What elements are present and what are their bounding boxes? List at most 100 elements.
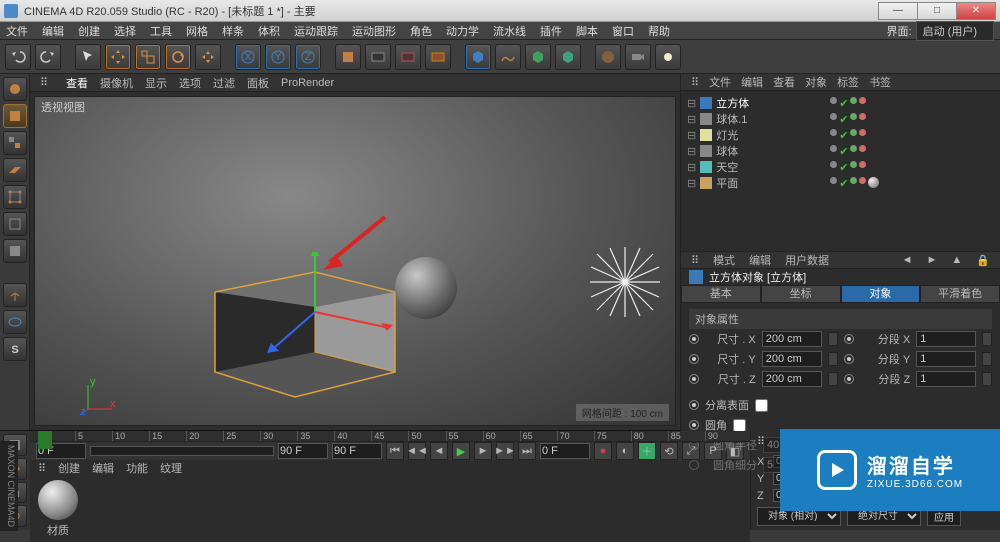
separate-checkbox[interactable]	[755, 399, 768, 412]
nav-fwd-icon[interactable]: ►	[927, 254, 938, 266]
am-userdata[interactable]: 用户数据	[785, 252, 829, 268]
panel-grip-icon[interactable]: ⠿	[40, 76, 54, 90]
object-tree[interactable]: ⊟立方体✔⊟球体.1✔⊟灯光✔⊟球体✔⊟天空✔⊟平面✔	[681, 91, 1000, 251]
range-slider[interactable]	[90, 446, 274, 456]
menu-help[interactable]: 帮助	[648, 23, 670, 39]
current-frame-field[interactable]	[540, 443, 590, 459]
material-area[interactable]: 材质	[30, 476, 750, 542]
viewport[interactable]: 透视视图	[34, 96, 676, 426]
redo-button[interactable]	[35, 44, 61, 70]
material-preview[interactable]	[38, 480, 78, 520]
total-frames-field[interactable]	[332, 443, 382, 459]
spinner-icon[interactable]	[828, 332, 838, 346]
menu-tools[interactable]: 工具	[150, 23, 172, 39]
nav-up-icon[interactable]: ▲	[951, 254, 962, 266]
record-button[interactable]: ●	[594, 442, 612, 460]
camera-button[interactable]	[625, 44, 651, 70]
menu-mesh[interactable]: 网格	[186, 23, 208, 39]
recent-tool[interactable]	[195, 44, 221, 70]
close-button[interactable]: ✕	[956, 2, 996, 20]
menu-spline[interactable]: 样条	[222, 23, 244, 39]
vtab-display[interactable]: 显示	[145, 75, 167, 91]
render-settings-button[interactable]	[425, 44, 451, 70]
menu-create[interactable]: 创建	[78, 23, 100, 39]
nav-back-icon[interactable]: ◄	[902, 254, 913, 266]
mat-create[interactable]: 创建	[58, 460, 80, 476]
key-rot-button[interactable]: ⟲	[660, 442, 678, 460]
vtab-view[interactable]: 查看	[66, 75, 88, 91]
tree-row[interactable]: ⊟天空✔	[687, 159, 994, 175]
subtab-phong[interactable]: 平滑着色(Phong)	[920, 285, 1000, 303]
play-button[interactable]: ▶	[452, 442, 470, 460]
radio-icon[interactable]	[689, 334, 699, 344]
key-pos-button[interactable]: ＋	[638, 442, 656, 460]
menu-select[interactable]: 选择	[114, 23, 136, 39]
light-button[interactable]	[655, 44, 681, 70]
vtab-panel[interactable]: 面板	[247, 75, 269, 91]
polygon-mode-button[interactable]	[3, 239, 27, 263]
texture-mode-button[interactable]	[3, 131, 27, 155]
menu-dynamics[interactable]: 动力学	[446, 23, 479, 39]
axis-y-lock[interactable]: Y	[265, 44, 291, 70]
am-mode[interactable]: 模式	[713, 252, 735, 268]
mat-texture[interactable]: 纹理	[160, 460, 182, 476]
select-tool[interactable]	[75, 44, 101, 70]
edge-mode-button[interactable]	[3, 212, 27, 236]
tree-row[interactable]: ⊟平面✔	[687, 175, 994, 191]
cube-primitive[interactable]	[465, 44, 491, 70]
menu-edit[interactable]: 编辑	[42, 23, 64, 39]
om-tags[interactable]: 标签	[837, 74, 859, 90]
axis-z-lock[interactable]: Z	[295, 44, 321, 70]
subtab-object[interactable]: 对象	[841, 285, 921, 303]
make-editable-button[interactable]	[3, 77, 27, 101]
generator-button[interactable]	[525, 44, 551, 70]
size-x-field[interactable]	[762, 331, 822, 347]
grip-icon[interactable]: ⠿	[691, 76, 699, 89]
vtab-filter[interactable]: 过滤	[213, 75, 235, 91]
minimize-button[interactable]: —	[878, 2, 918, 20]
om-view[interactable]: 查看	[773, 74, 795, 90]
tree-row[interactable]: ⊟球体✔	[687, 143, 994, 159]
grip-icon[interactable]: ⠿	[691, 254, 699, 267]
maximize-button[interactable]: □	[917, 2, 957, 20]
size-z-field[interactable]	[762, 371, 822, 387]
range-end-field[interactable]	[278, 443, 328, 459]
menu-pipeline[interactable]: 流水线	[493, 23, 526, 39]
timeline-ruler[interactable]: 051015202530354045505560657075808590	[30, 431, 750, 442]
axis-toggle-button[interactable]	[3, 283, 27, 307]
subtab-coord[interactable]: 坐标	[761, 285, 841, 303]
vtab-camera[interactable]: 摄像机	[100, 75, 133, 91]
playhead[interactable]	[38, 431, 52, 449]
deformer-button[interactable]	[555, 44, 581, 70]
fillet-checkbox[interactable]	[733, 419, 746, 432]
seg-z-field[interactable]	[916, 371, 976, 387]
scale-tool[interactable]	[135, 44, 161, 70]
undo-button[interactable]	[5, 44, 31, 70]
prev-key-button[interactable]: ◄◄	[408, 442, 426, 460]
workplane-button[interactable]	[3, 158, 27, 182]
rotate-tool[interactable]	[165, 44, 191, 70]
coord-system-button[interactable]	[335, 44, 361, 70]
menu-volume[interactable]: 体积	[258, 23, 280, 39]
axis-x-lock[interactable]: X	[235, 44, 261, 70]
mat-func[interactable]: 功能	[126, 460, 148, 476]
goto-end-button[interactable]: ⏭	[518, 442, 536, 460]
tree-row[interactable]: ⊟立方体✔	[687, 95, 994, 111]
autokey-button[interactable]: ◐	[616, 442, 634, 460]
lock-icon[interactable]: 🔒	[976, 254, 990, 267]
seg-y-field[interactable]	[916, 351, 976, 367]
render-view-button[interactable]	[365, 44, 391, 70]
snap-toggle-button[interactable]: S	[3, 337, 27, 361]
menu-plugins[interactable]: 插件	[540, 23, 562, 39]
subtab-basic[interactable]: 基本	[681, 285, 761, 303]
tree-row[interactable]: ⊟灯光✔	[687, 127, 994, 143]
menu-file[interactable]: 文件	[6, 23, 28, 39]
om-file[interactable]: 文件	[709, 74, 731, 90]
next-frame-button[interactable]: ►	[474, 442, 492, 460]
spline-primitive[interactable]	[495, 44, 521, 70]
layout-dropdown[interactable]: 启动 (用户)	[916, 21, 994, 41]
menu-character[interactable]: 角色	[410, 23, 432, 39]
environment-button[interactable]	[595, 44, 621, 70]
vtab-prorender[interactable]: ProRender	[281, 77, 334, 89]
prev-frame-button[interactable]: ◄	[430, 442, 448, 460]
